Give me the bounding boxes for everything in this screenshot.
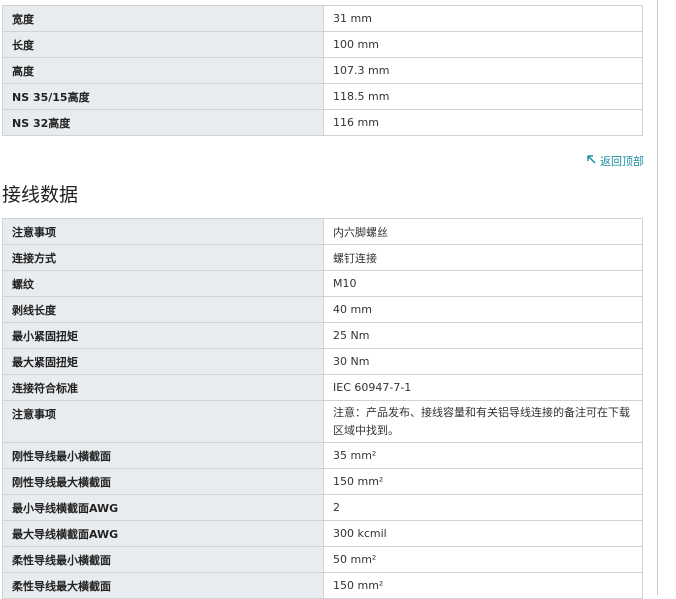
table-row: 柔性导线最小横截面 50 mm² — [2, 546, 643, 573]
row-value: 内六脚螺丝 — [323, 218, 643, 245]
row-value: 25 Nm — [323, 322, 643, 349]
row-label: 宽度 — [2, 5, 324, 32]
row-value: M10 — [323, 270, 643, 297]
table-row: 长度 100 mm — [2, 31, 643, 58]
dimensions-table: 宽度 31 mm 长度 100 mm 高度 107.3 mm NS 35/15高… — [2, 5, 643, 136]
row-value: 30 Nm — [323, 348, 643, 375]
row-label: 最大紧固扭矩 — [2, 348, 324, 375]
row-label: 长度 — [2, 31, 324, 58]
table-row: 剥线长度 40 mm — [2, 296, 643, 323]
table-row: 最大紧固扭矩 30 Nm — [2, 348, 643, 375]
section-title: 接线数据 — [2, 184, 79, 206]
row-value: 注意：产品发布、接线容量和有关铝导线连接的备注可在下载区域中找到。 — [323, 400, 643, 443]
table-row: 最大导线横截面AWG 300 kcmil — [2, 520, 643, 547]
table-row: 连接符合标准 IEC 60947-7-1 — [2, 374, 643, 401]
row-label: 高度 — [2, 57, 324, 84]
table-row: 注意事项 注意：产品发布、接线容量和有关铝导线连接的备注可在下载区域中找到。 — [2, 400, 643, 443]
table-row: 最小导线横截面AWG 2 — [2, 494, 643, 521]
row-label: 连接方式 — [2, 244, 324, 271]
row-label: 柔性导线最小横截面 — [2, 546, 324, 573]
row-value: 螺钉连接 — [323, 244, 643, 271]
row-value: 100 mm — [323, 31, 643, 58]
table-row: 高度 107.3 mm — [2, 57, 643, 84]
table-row: 螺纹 M10 — [2, 270, 643, 297]
page-right-border — [657, 0, 658, 595]
row-label: 螺纹 — [2, 270, 324, 297]
row-label: 剥线长度 — [2, 296, 324, 323]
back-to-top-label: 返回顶部 — [600, 155, 644, 168]
row-label: 注意事项 — [2, 400, 324, 443]
row-label: 最小紧固扭矩 — [2, 322, 324, 349]
row-value: 118.5 mm — [323, 83, 643, 110]
row-value: 40 mm — [323, 296, 643, 323]
row-value: 300 kcmil — [323, 520, 643, 547]
arrow-up-left-icon — [587, 155, 596, 167]
row-label: 注意事项 — [2, 218, 324, 245]
row-value: 31 mm — [323, 5, 643, 32]
row-value: 116 mm — [323, 109, 643, 136]
table-row: 刚性导线最小横截面 35 mm² — [2, 442, 643, 469]
row-value: 35 mm² — [323, 442, 643, 469]
row-label: 最小导线横截面AWG — [2, 494, 324, 521]
table-row: NS 35/15高度 118.5 mm — [2, 83, 643, 110]
row-label: NS 32高度 — [2, 109, 324, 136]
row-label: NS 35/15高度 — [2, 83, 324, 110]
table-row: 最小紧固扭矩 25 Nm — [2, 322, 643, 349]
row-value: IEC 60947-7-1 — [323, 374, 643, 401]
row-label: 连接符合标准 — [2, 374, 324, 401]
row-value: 2 — [323, 494, 643, 521]
table-row: 刚性导线最大横截面 150 mm² — [2, 468, 643, 495]
table-row: 注意事项 内六脚螺丝 — [2, 218, 643, 245]
row-label: 刚性导线最小横截面 — [2, 442, 324, 469]
connection-data-table: 注意事项 内六脚螺丝 连接方式 螺钉连接 螺纹 M10 剥线长度 40 mm 最… — [2, 218, 643, 599]
table-row: 宽度 31 mm — [2, 5, 643, 32]
row-value: 107.3 mm — [323, 57, 643, 84]
row-value: 50 mm² — [323, 546, 643, 573]
row-label: 最大导线横截面AWG — [2, 520, 324, 547]
table-row: 连接方式 螺钉连接 — [2, 244, 643, 271]
back-to-top-link[interactable]: 返回顶部 — [587, 153, 644, 169]
row-label: 刚性导线最大横截面 — [2, 468, 324, 495]
table-row: NS 32高度 116 mm — [2, 109, 643, 136]
row-value: 150 mm² — [323, 468, 643, 495]
